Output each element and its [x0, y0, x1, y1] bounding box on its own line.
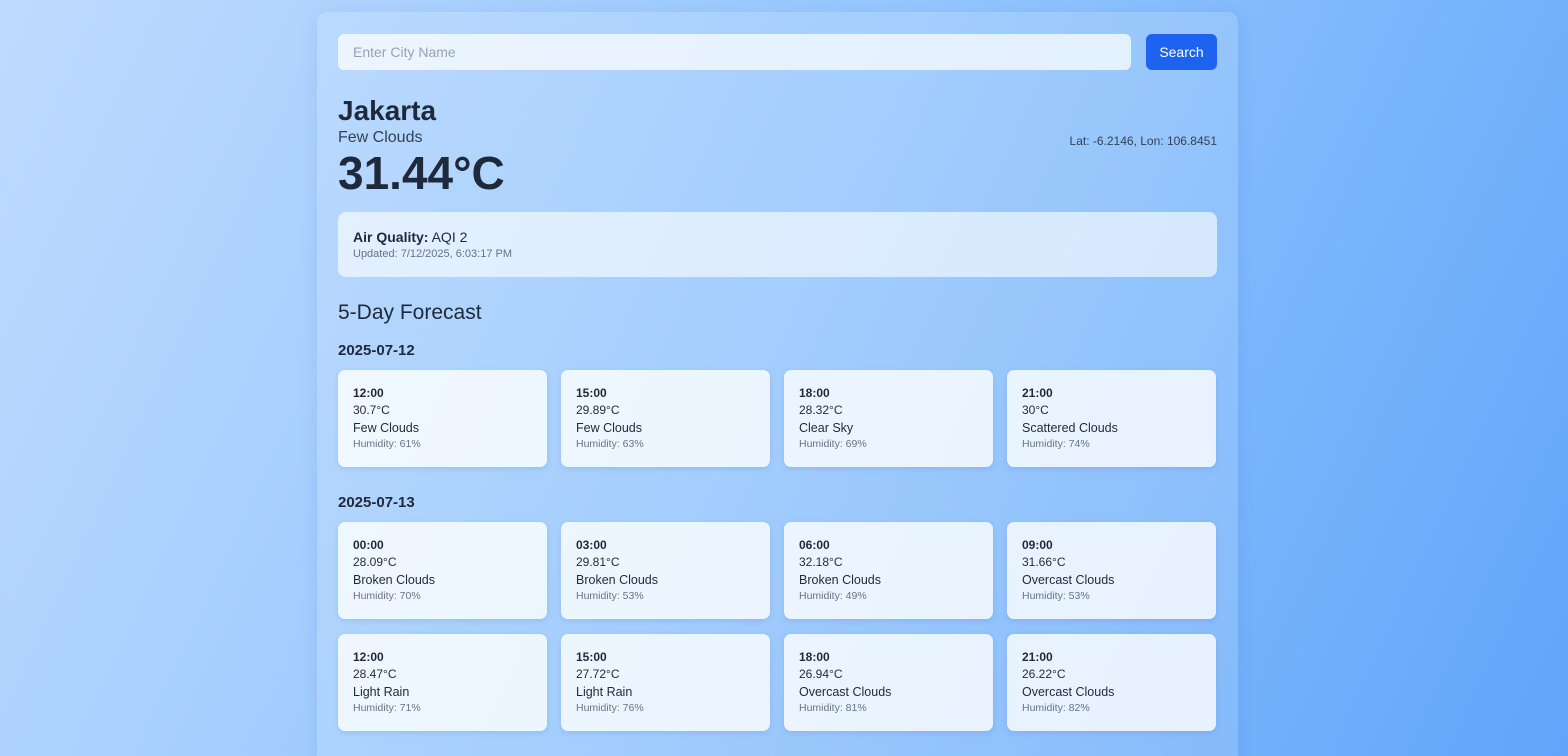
city-name: Jakarta: [338, 95, 437, 126]
air-quality-label: Air Quality:: [353, 229, 429, 245]
forecast-card: 18:00 28.32°C Clear Sky Humidity: 69%: [784, 370, 993, 467]
forecast-cards: 12:00 30.7°C Few Clouds Humidity: 61% 15…: [338, 370, 1217, 467]
forecast-time: 12:00: [353, 386, 384, 400]
forecast-description: Overcast Clouds: [799, 685, 892, 699]
forecast-temperature: 30.7°C: [353, 403, 390, 417]
forecast-description: Clear Sky: [799, 421, 854, 435]
forecast-temperature: 29.89°C: [576, 403, 620, 417]
air-quality-value: AQI 2: [431, 229, 468, 245]
forecast-temperature: 28.09°C: [353, 555, 397, 569]
forecast-humidity: Humidity: 74%: [1022, 438, 1090, 450]
forecast-humidity: Humidity: 71%: [353, 702, 421, 714]
forecast-time: 06:00: [799, 538, 830, 552]
forecast-temperature: 29.81°C: [576, 555, 620, 569]
forecast-description: Light Rain: [576, 685, 633, 699]
forecast-time: 21:00: [1022, 386, 1053, 400]
forecast-time: 03:00: [576, 538, 607, 552]
forecast-temperature: 32.18°C: [799, 555, 843, 569]
air-quality-card: Air Quality: AQI 2 Updated: 7/12/2025, 6…: [338, 212, 1217, 277]
forecast-description: Broken Clouds: [799, 573, 881, 587]
forecast-cards: 00:00 28.09°C Broken Clouds Humidity: 70…: [338, 522, 1217, 731]
forecast-card: 06:00 32.18°C Broken Clouds Humidity: 49…: [784, 522, 993, 619]
forecast-day: 2025-07-13 00:00 28.09°C Broken Clouds H…: [338, 494, 1217, 731]
forecast-humidity: Humidity: 82%: [1022, 702, 1090, 714]
forecast-time: 00:00: [353, 538, 384, 552]
forecast-humidity: Humidity: 81%: [799, 702, 867, 714]
forecast-temperature: 28.47°C: [353, 667, 397, 681]
forecast-card: 21:00 26.22°C Overcast Clouds Humidity: …: [1007, 634, 1216, 731]
forecast-humidity: Humidity: 76%: [576, 702, 644, 714]
updated-timestamp: Updated: 7/12/2025, 6:03:17 PM: [353, 248, 513, 260]
forecast-description: Overcast Clouds: [1022, 573, 1115, 587]
forecast-description: Overcast Clouds: [1022, 685, 1115, 699]
coordinates: Lat: -6.2146, Lon: 106.8451: [1069, 134, 1217, 148]
forecast-temperature: 26.94°C: [799, 667, 843, 681]
forecast-card: 00:00 28.09°C Broken Clouds Humidity: 70…: [338, 522, 547, 619]
air-quality-line: Air Quality: AQI 2: [353, 228, 1202, 246]
current-temperature: 31.44°C: [338, 147, 505, 199]
forecast-date: 2025-07-13: [338, 494, 415, 511]
forecast-card: 15:00 27.72°C Light Rain Humidity: 76%: [561, 634, 770, 731]
forecast-description: Few Clouds: [576, 421, 642, 435]
forecast-time: 15:00: [576, 386, 607, 400]
forecast-description: Few Clouds: [353, 421, 419, 435]
forecast-humidity: Humidity: 49%: [799, 590, 867, 602]
forecast-time: 15:00: [576, 650, 607, 664]
forecast-card: 12:00 30.7°C Few Clouds Humidity: 61%: [338, 370, 547, 467]
forecast-description: Light Rain: [353, 685, 410, 699]
forecast-time: 09:00: [1022, 538, 1053, 552]
search-bar: Search: [338, 34, 1217, 70]
forecast-day: 2025-07-12 12:00 30.7°C Few Clouds Humid…: [338, 342, 1217, 467]
forecast-humidity: Humidity: 53%: [576, 590, 644, 602]
forecast-temperature: 26.22°C: [1022, 667, 1066, 681]
forecast-temperature: 31.66°C: [1022, 555, 1066, 569]
forecast-temperature: 27.72°C: [576, 667, 620, 681]
forecast-description: Scattered Clouds: [1022, 421, 1118, 435]
forecast-title: 5-Day Forecast: [338, 301, 482, 324]
forecast-description: Broken Clouds: [353, 573, 435, 587]
current-weather: Jakarta Few Clouds 31.44°C Lat: -6.2146,…: [338, 94, 1217, 220]
forecast-humidity: Humidity: 70%: [353, 590, 421, 602]
forecast-card: 18:00 26.94°C Overcast Clouds Humidity: …: [784, 634, 993, 731]
weather-panel: Search Jakarta Few Clouds 31.44°C Lat: -…: [317, 12, 1238, 756]
forecast-card: 03:00 29.81°C Broken Clouds Humidity: 53…: [561, 522, 770, 619]
forecast-card: 21:00 30°C Scattered Clouds Humidity: 74…: [1007, 370, 1216, 467]
forecast-time: 12:00: [353, 650, 384, 664]
forecast-humidity: Humidity: 53%: [1022, 590, 1090, 602]
search-button[interactable]: Search: [1146, 34, 1217, 70]
forecast-humidity: Humidity: 61%: [353, 438, 421, 450]
forecast-temperature: 28.32°C: [799, 403, 843, 417]
forecast-card: 12:00 28.47°C Light Rain Humidity: 71%: [338, 634, 547, 731]
forecast-card: 15:00 29.89°C Few Clouds Humidity: 63%: [561, 370, 770, 467]
forecast-temperature: 30°C: [1022, 403, 1049, 417]
forecast-card: 09:00 31.66°C Overcast Clouds Humidity: …: [1007, 522, 1216, 619]
forecast-humidity: Humidity: 63%: [576, 438, 644, 450]
forecast-date: 2025-07-12: [338, 342, 415, 359]
forecast-time: 18:00: [799, 650, 830, 664]
city-search-input[interactable]: [338, 34, 1131, 70]
forecast-time: 18:00: [799, 386, 830, 400]
forecast-description: Broken Clouds: [576, 573, 658, 587]
forecast-humidity: Humidity: 69%: [799, 438, 867, 450]
forecast-time: 21:00: [1022, 650, 1053, 664]
